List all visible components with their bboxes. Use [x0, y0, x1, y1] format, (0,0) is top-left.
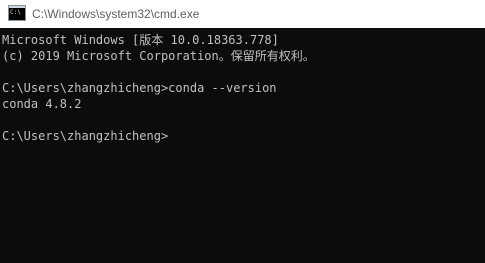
console-line-command: C:\Users\zhangzhicheng>conda --version: [2, 81, 277, 95]
cmd-window: C:\ C:\Windows\system32\cmd.exe Microsof…: [0, 0, 485, 263]
cmd-icon-glyph: C:\: [10, 9, 21, 16]
console-line-output: conda 4.8.2: [2, 97, 82, 111]
title-bar[interactable]: C:\ C:\Windows\system32\cmd.exe: [0, 0, 485, 28]
console-line-copyright: (c) 2019 Microsoft Corporation。保留所有权利。: [2, 49, 315, 63]
cmd-prompt-icon[interactable]: C:\: [9, 6, 25, 20]
console-line-prompt[interactable]: C:\Users\zhangzhicheng>: [2, 128, 168, 144]
console-output[interactable]: Microsoft Windows [版本 10.0.18363.778] (c…: [0, 28, 485, 263]
console-line-version: Microsoft Windows [版本 10.0.18363.778]: [2, 33, 279, 47]
window-title: C:\Windows\system32\cmd.exe: [32, 7, 200, 21]
